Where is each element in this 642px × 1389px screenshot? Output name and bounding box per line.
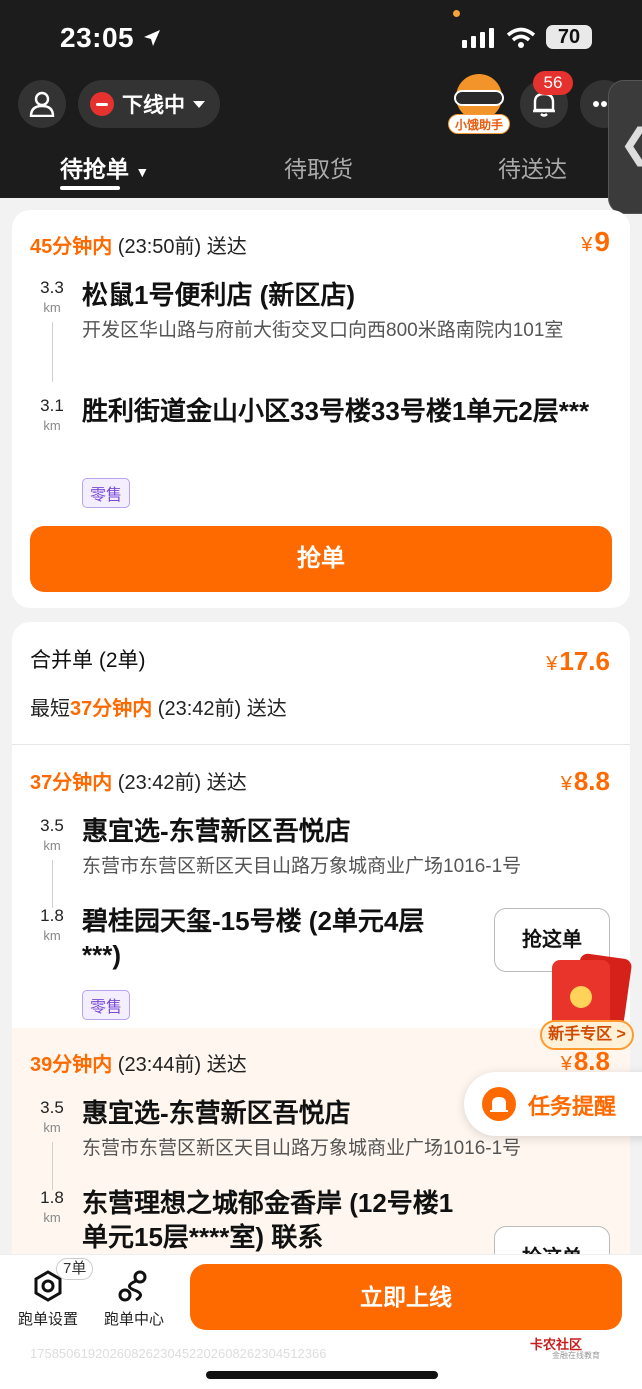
settings-label: 跑单设置 (18, 1311, 79, 1328)
run-center-tab[interactable]: 跑单中心 (100, 1262, 170, 1330)
notification-count-badge: 56 (533, 71, 573, 95)
delivery-deadline: 45分钟内 (23:50前) 送达 (30, 236, 247, 258)
retail-tag: 零售 (82, 990, 131, 1020)
dropoff-distance: 1.8 km (40, 906, 64, 943)
pickup-address: 东营市东营区新区天目山路万象城商业广场1016-1号 (82, 1138, 522, 1159)
grab-order-button[interactable]: 抢单 (30, 526, 612, 592)
newbie-zone-button[interactable]: 新手专区 > (540, 1020, 634, 1050)
merged-order-price: ¥17.6 (546, 646, 610, 676)
online-status-toggle[interactable]: 下线中 (78, 80, 220, 128)
location-arrow-icon (144, 30, 160, 46)
sub-order-deadline: 37分钟内 (23:42前) 送达 (30, 772, 247, 794)
battery-indicator: 70 (546, 25, 592, 49)
merged-order-title: 合并单 (2单) (30, 649, 146, 672)
dropoff-address: 碧桂园天玺-15号楼 (2单元4层***) (82, 906, 425, 970)
dropoff-distance: 1.8 km (40, 1188, 64, 1225)
tab-pending-pickup[interactable]: 待取货 (284, 150, 353, 184)
order-count-badge: 7单 (56, 1258, 94, 1280)
wifi-icon (506, 27, 536, 48)
status-label: 下线中 (122, 94, 185, 117)
merged-order-card: 合并单 (2单) ¥17.6 最短37分钟内 (23:42前) 送达 37分钟内… (12, 622, 630, 1290)
clock: 23:05 (60, 22, 135, 53)
go-online-button[interactable]: 立即上线 (190, 1264, 622, 1330)
order-price: ¥9 (581, 226, 610, 257)
assistant-avatar[interactable]: 小饿助手 (448, 74, 510, 136)
pickup-address: 东营市东营区新区天目山路万象城商业广场1016-1号 (82, 856, 522, 877)
signal-icon (462, 28, 494, 48)
tab-pending-delivery[interactable]: 待送达 (498, 150, 567, 184)
run-center-label: 跑单中心 (104, 1311, 165, 1328)
watermark-logo: 卡农社区 金融在线教育 (530, 1337, 600, 1360)
merged-shortest-deadline: 最短37分钟内 (23:42前) 送达 (30, 698, 287, 720)
tab-pending-grab[interactable]: 待抢单 ▼ (60, 150, 149, 184)
route-icon (118, 1270, 147, 1302)
pickup-distance: 3.3 km (40, 278, 64, 315)
sub-order-deadline: 39分钟内 (23:44前) 送达 (30, 1054, 247, 1076)
dropoff-address: 胜利街道金山小区33号楼33号楼1单元2层*** (82, 396, 590, 426)
dropoff-distance: 3.1 km (40, 396, 64, 433)
user-icon (29, 91, 55, 117)
watermark-id: 1758506192026082623045220260826230451236… (30, 1346, 327, 1361)
retail-tag: 零售 (82, 478, 131, 508)
pickup-shop-name: 惠宜选-东营新区吾悦店 (82, 1098, 351, 1128)
task-reminder-label: 任务提醒 (528, 1094, 617, 1119)
caret-down-icon: ▼ (135, 164, 150, 180)
task-reminder-button[interactable]: 任务提醒 (464, 1072, 642, 1136)
caret-down-icon (193, 100, 205, 108)
offline-status-icon (90, 92, 114, 116)
bell-task-icon (482, 1087, 516, 1121)
recording-dot (453, 10, 460, 17)
pickup-shop-name: 惠宜选-东营新区吾悦店 (82, 816, 351, 846)
sub-order-price: ¥8.8 (560, 766, 610, 796)
assistant-label: 小饿助手 (448, 114, 510, 134)
profile-button[interactable] (18, 80, 66, 128)
top-header: 23:05 70 下线中 小饿助手 56 待抢单 ▼ 待取货 待送达 (0, 0, 642, 214)
home-indicator (206, 1371, 438, 1379)
pickup-shop-name: 松鼠1号便利店 (新区店) (82, 280, 356, 310)
tab-active-indicator (60, 186, 120, 190)
side-panel-handle[interactable]: ❮ (608, 80, 642, 214)
dropoff-address: 东营理想之城郁金香岸 (12号楼1单元15层****室) 联系 (82, 1188, 454, 1252)
order-card: 45分钟内 (23:50前) 送达 ¥9 3.3 km 松鼠1号便利店 (新区店)… (12, 210, 630, 608)
status-bar: 23:05 70 (0, 0, 642, 72)
pickup-distance: 3.5 km (40, 1098, 64, 1135)
pickup-distance: 3.5 km (40, 816, 64, 853)
order-tabs: 待抢单 ▼ 待取货 待送达 (0, 148, 642, 188)
pickup-address: 开发区华山路与府前大街交叉口向西800米路南院内101室 (82, 320, 564, 341)
